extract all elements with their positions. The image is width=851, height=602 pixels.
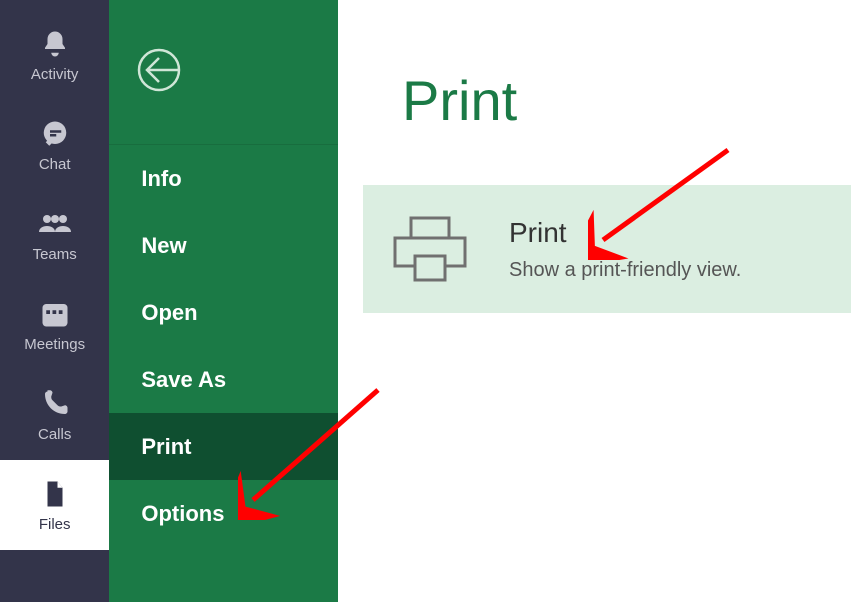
menu-item-print[interactable]: Print bbox=[109, 413, 338, 480]
menu-item-open[interactable]: Open bbox=[109, 279, 338, 346]
back-arrow-icon bbox=[137, 48, 197, 97]
rail-label: Chat bbox=[39, 156, 71, 173]
file-icon bbox=[39, 478, 71, 510]
phone-icon bbox=[39, 388, 71, 420]
rail-item-calls[interactable]: Calls bbox=[0, 370, 109, 460]
rail-item-teams[interactable]: Teams bbox=[0, 190, 109, 280]
rail-item-files[interactable]: Files bbox=[0, 460, 109, 550]
rail-item-chat[interactable]: Chat bbox=[0, 100, 109, 190]
teams-icon bbox=[39, 208, 71, 240]
menu-item-saveas[interactable]: Save As bbox=[109, 346, 338, 413]
file-backstage-menu: Info New Open Save As Print Options bbox=[109, 0, 338, 602]
chat-icon bbox=[39, 118, 71, 150]
rail-label: Activity bbox=[31, 66, 79, 83]
menu-item-info[interactable]: Info bbox=[109, 145, 338, 212]
bell-icon bbox=[39, 28, 71, 60]
rail-label: Files bbox=[39, 516, 71, 533]
rail-label: Teams bbox=[33, 246, 77, 263]
rail-label: Calls bbox=[38, 426, 71, 443]
back-button[interactable] bbox=[109, 0, 338, 145]
rail-item-activity[interactable]: Activity bbox=[0, 10, 109, 100]
print-card-subtitle: Show a print-friendly view. bbox=[509, 259, 741, 282]
rail-label: Meetings bbox=[24, 336, 85, 353]
print-card-text: Print Show a print-friendly view. bbox=[509, 217, 741, 282]
rail-item-meetings[interactable]: Meetings bbox=[0, 280, 109, 370]
printer-icon bbox=[391, 214, 469, 284]
menu-item-options[interactable]: Options bbox=[109, 480, 338, 547]
page-title: Print bbox=[338, 0, 851, 133]
main-content: Print Print Show a print-friendly view. bbox=[338, 0, 851, 602]
teams-left-rail: Activity Chat Teams Meetings Calls Files bbox=[0, 0, 109, 602]
print-button-card[interactable]: Print Show a print-friendly view. bbox=[363, 185, 851, 313]
print-card-title: Print bbox=[509, 217, 741, 249]
calendar-icon bbox=[39, 298, 71, 330]
menu-item-new[interactable]: New bbox=[109, 212, 338, 279]
